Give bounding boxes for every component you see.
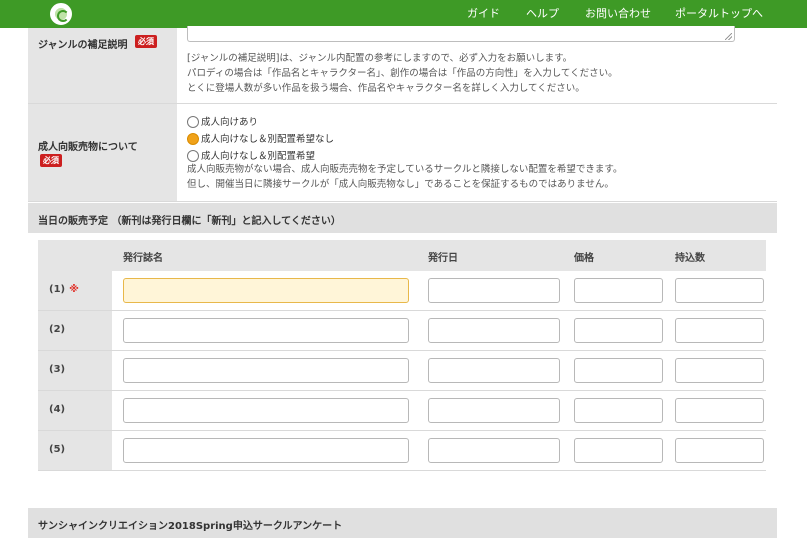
sales-table-header: 発行誌名 発行日 価格 持込数	[38, 240, 766, 271]
site-logo-icon[interactable]	[50, 3, 72, 25]
quantity-input[interactable]	[675, 278, 764, 303]
required-badge: 必須	[135, 35, 157, 48]
table-row: (4)	[38, 391, 766, 431]
price-input[interactable]	[574, 278, 663, 303]
col-header-title: 発行誌名	[123, 253, 163, 264]
nav-help-link[interactable]: ヘルプ	[526, 0, 559, 28]
adult-content-label: 成人向販売物について	[38, 142, 138, 153]
required-mark: ※	[69, 284, 79, 295]
table-row: (3)	[38, 351, 766, 391]
table-row: (1) ※	[38, 271, 766, 311]
row-number: (1) ※	[49, 284, 79, 295]
required-badge: 必須	[40, 154, 62, 167]
quantity-input[interactable]	[675, 438, 764, 463]
radio-option-adult-no-no-separate[interactable]: 成人向けなし＆別配置希望なし	[187, 131, 334, 146]
radio-label: 成人向けあり	[201, 117, 259, 128]
row-number: (2)	[49, 324, 66, 335]
quantity-input[interactable]	[675, 318, 764, 343]
survey-header: サンシャインクリエイション2018Spring申込サークルアンケート	[28, 508, 777, 538]
title-input[interactable]	[123, 278, 409, 303]
title-input[interactable]	[123, 358, 409, 383]
radio-button[interactable]	[187, 115, 199, 128]
radio-option-adult-no-separate[interactable]: 成人向けなし＆別配置希望	[187, 148, 315, 163]
row-number: (5)	[49, 444, 66, 455]
sales-plan-header: 当日の販売予定 （新刊は発行日欄に「新刊」と記入してください）	[28, 203, 777, 233]
adult-content-row: 成人向販売物について 必須 成人向けあり 成人向けなし＆別配置希望なし 成人向け…	[28, 104, 777, 202]
resize-grip-icon[interactable]	[725, 33, 732, 40]
survey-title: サンシャインクリエイション2018Spring申込サークルアンケート	[38, 521, 343, 532]
quantity-input[interactable]	[675, 398, 764, 423]
genre-note-help-3: とくに登場人数が多い作品を扱う場合、作品名やキャラクター名を詳しく入力してくださ…	[187, 83, 585, 94]
col-header-date: 発行日	[428, 253, 458, 264]
date-input[interactable]	[428, 278, 560, 303]
title-input[interactable]	[123, 318, 409, 343]
genre-note-row: ジャンルの補足説明 必須 [ジャンルの補足説明]は、ジャンル内配置の参考にします…	[28, 26, 777, 104]
nav-guide-link[interactable]: ガイド	[467, 0, 500, 28]
top-header: ガイド ヘルプ お問い合わせ ポータルトップへ	[0, 0, 807, 28]
adult-help-1: 成人向販売物がない場合、成人向販売売物を予定しているサークルと隣接しない配置を希…	[187, 164, 623, 175]
table-row: (2)	[38, 311, 766, 351]
date-input[interactable]	[428, 398, 560, 423]
date-input[interactable]	[428, 438, 560, 463]
title-input[interactable]	[123, 438, 409, 463]
genre-note-label-cell: ジャンルの補足説明 必須	[28, 28, 177, 103]
col-header-quantity: 持込数	[675, 253, 705, 264]
adult-content-body: 成人向けあり 成人向けなし＆別配置希望なし 成人向けなし＆別配置希望 成人向販売…	[187, 104, 777, 201]
price-input[interactable]	[574, 438, 663, 463]
date-input[interactable]	[428, 318, 560, 343]
genre-note-label: ジャンルの補足説明	[38, 40, 128, 51]
radio-button[interactable]	[187, 149, 199, 162]
radio-button-selected[interactable]	[187, 132, 199, 145]
adult-help-2: 但し、開催当日に隣接サークルが「成人向販売物なし」であることを保証するものではあ…	[187, 179, 614, 190]
radio-label: 成人向けなし＆別配置希望なし	[201, 134, 335, 145]
genre-note-help-1: [ジャンルの補足説明]は、ジャンル内配置の参考にしますので、必ず入力をお願いしま…	[187, 53, 573, 64]
title-input[interactable]	[123, 398, 409, 423]
radio-option-adult-yes[interactable]: 成人向けあり	[187, 114, 258, 129]
genre-note-body: [ジャンルの補足説明]は、ジャンル内配置の参考にしますので、必ず入力をお願いしま…	[187, 26, 777, 103]
radio-label: 成人向けなし＆別配置希望	[201, 151, 316, 162]
date-input[interactable]	[428, 358, 560, 383]
price-input[interactable]	[574, 358, 663, 383]
genre-note-help-2: パロディの場合は「作品名とキャラクター名」、創作の場合は「作品の方向性」を入力し…	[187, 68, 618, 79]
nav-portal-top-link[interactable]: ポータルトップへ	[675, 0, 763, 28]
price-input[interactable]	[574, 398, 663, 423]
nav-contact-link[interactable]: お問い合わせ	[585, 0, 651, 28]
col-header-price: 価格	[574, 253, 594, 264]
price-input[interactable]	[574, 318, 663, 343]
row-number: (3)	[49, 364, 66, 375]
genre-note-textarea[interactable]	[187, 26, 735, 42]
table-row: (5)	[38, 431, 766, 471]
quantity-input[interactable]	[675, 358, 764, 383]
sales-plan-title: 当日の販売予定 （新刊は発行日欄に「新刊」と記入してください）	[38, 216, 341, 227]
row-number: (4)	[49, 404, 66, 415]
adult-content-label-cell: 成人向販売物について 必須	[28, 104, 177, 201]
